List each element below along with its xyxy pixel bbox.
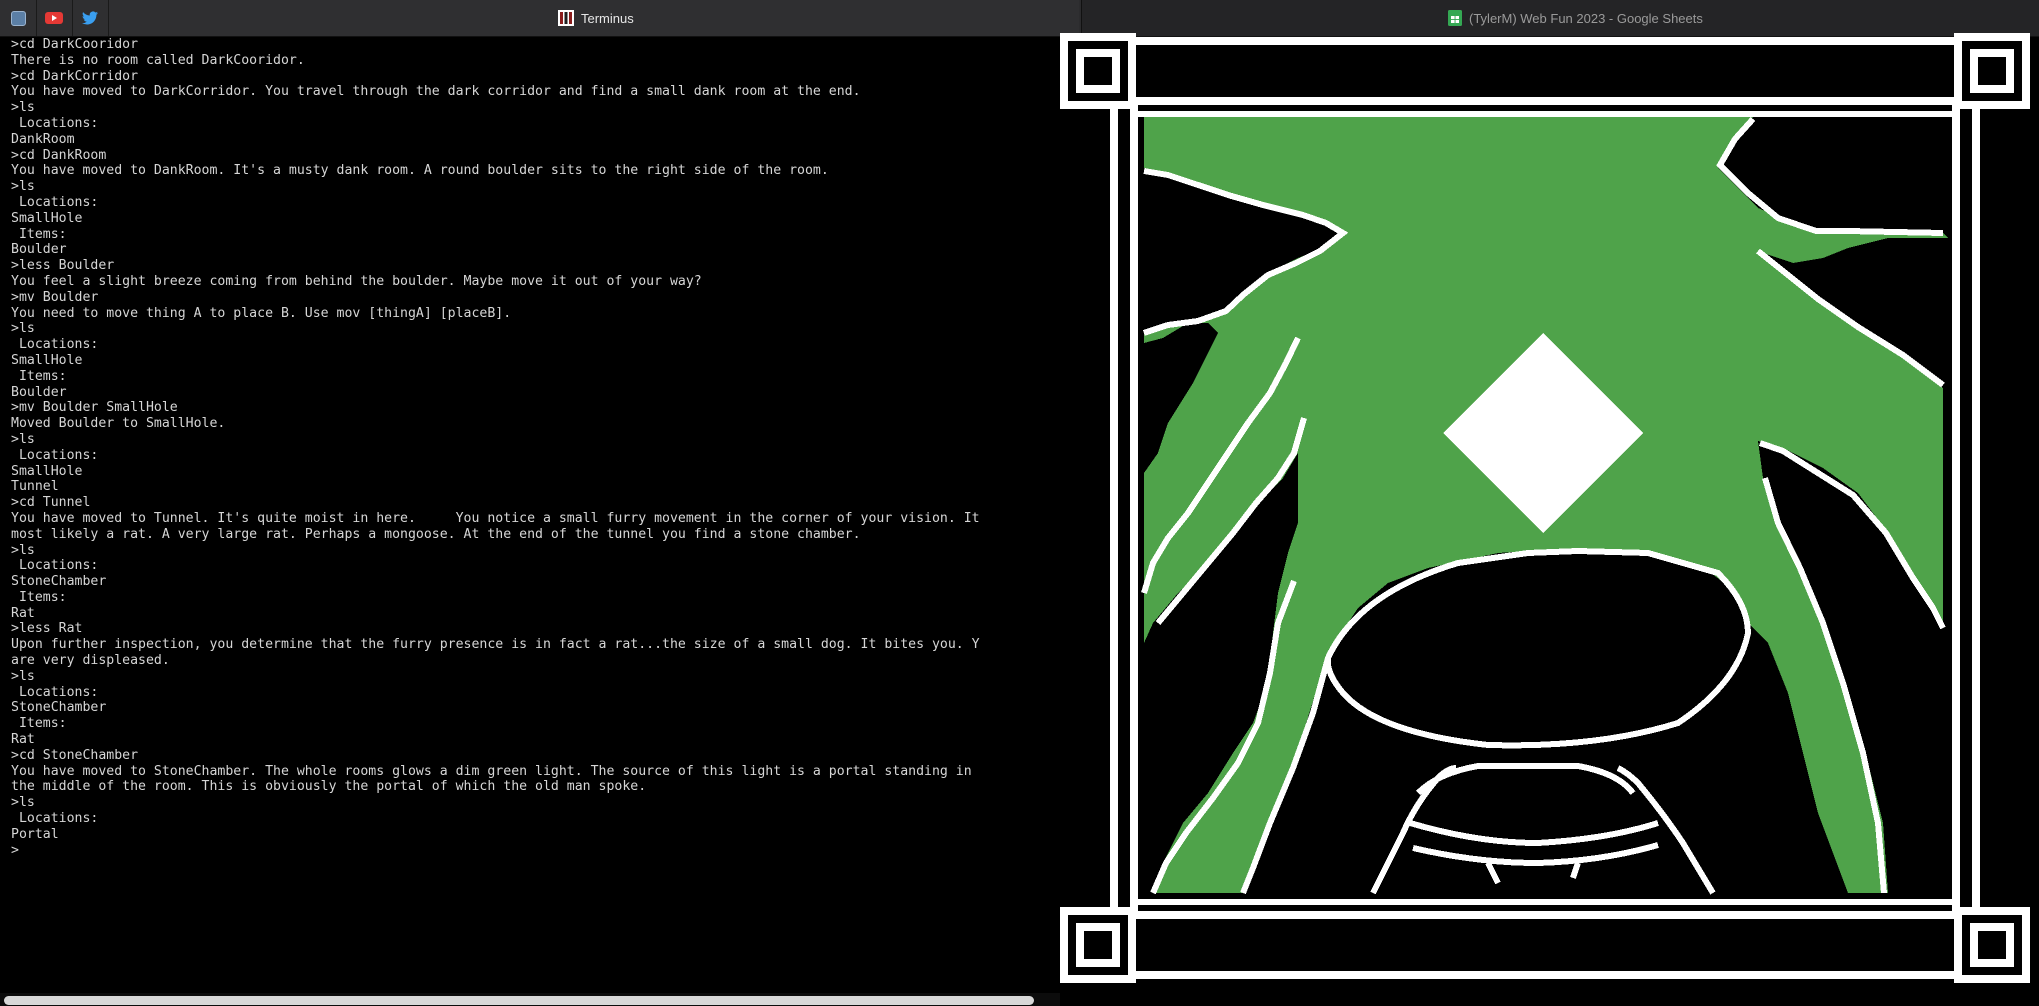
terminal-line: Boulder (11, 242, 67, 258)
terminal-line: the middle of the room. This is obviousl… (11, 779, 647, 795)
terminal-line: >cd DarkCooridor (11, 37, 139, 52)
youtube-icon (45, 12, 63, 24)
portal-pedestal (1324, 547, 1752, 895)
terminal-line: Locations: (11, 447, 99, 463)
terminal-line: StoneChamber (11, 574, 107, 590)
terminal-line: >ls (11, 542, 35, 558)
tab-title-terminus-label: Terminus (581, 10, 634, 26)
browser-tab-bar: Terminus (TylerM) Web Fun 2023 - Google … (0, 0, 2039, 37)
portal-ascii-art (1060, 33, 2030, 983)
twitter-icon (82, 11, 98, 25)
terminal-line: Locations: (11, 194, 99, 210)
terminal-line: >ls (11, 795, 35, 811)
frame-corner-bottom-right (1954, 907, 2030, 983)
terminal-line: >cd DarkCorridor (11, 68, 139, 84)
terminal-line: are very displeased. (11, 653, 170, 669)
terminal-line: Locations: (11, 337, 99, 353)
terminal-line: most likely a rat. A very large rat. Per… (11, 526, 861, 542)
terminal-line: Locations: (11, 558, 99, 574)
terminal-line: >cd DankRoom (11, 147, 107, 163)
pinned-app-icon (10, 10, 26, 26)
terminal-line: Upon further inspection, you determine t… (11, 637, 980, 653)
terminal-line: SmallHole (11, 352, 83, 368)
terminal-line: You have moved to DankRoom. It's a musty… (11, 163, 829, 179)
terminal-line: Locations: (11, 811, 99, 827)
google-sheets-icon (1448, 10, 1462, 26)
terminal-line: Items: (11, 226, 67, 242)
tab-title-sheets-label: (TylerM) Web Fun 2023 - Google Sheets (1469, 10, 1703, 26)
terminal-line: >less Boulder (11, 258, 115, 274)
tab-title-sheets: (TylerM) Web Fun 2023 - Google Sheets (1448, 0, 1703, 36)
terminal-line: Items: (11, 716, 67, 732)
terminal-line: Moved Boulder to SmallHole. (11, 416, 226, 432)
terminal-line: Items: (11, 368, 67, 384)
terminal-line: >ls (11, 321, 35, 337)
terminal-line: >mv Boulder SmallHole (11, 400, 178, 416)
terminal-line: SmallHole (11, 463, 83, 479)
terminal-line: >ls (11, 668, 35, 684)
terminal-line: StoneChamber (11, 700, 107, 716)
frame-corner-top-right (1954, 33, 2030, 109)
tab-terminus[interactable] (0, 0, 1079, 36)
terminus-favicon-icon (558, 10, 574, 26)
tab-title-terminus: Terminus (558, 0, 634, 36)
terminal-line: >cd Tunnel (11, 495, 91, 511)
terminal-line: You have moved to StoneChamber. The whol… (11, 763, 972, 779)
terminal-line: DankRoom (11, 131, 75, 147)
terminal-line: You have moved to DarkCorridor. You trav… (11, 84, 861, 100)
terminal-line: >ls (11, 431, 35, 447)
terminal-line: > (11, 842, 19, 858)
horizontal-scrollbar[interactable] (4, 996, 1034, 1005)
terminal-line: Rat (11, 605, 35, 621)
terminal-line: Locations: (11, 684, 99, 700)
pinned-tab-twitter[interactable] (72, 0, 109, 36)
terminal-line: Boulder (11, 384, 67, 400)
pinned-tab-youtube[interactable] (36, 0, 73, 36)
terminal-line: Rat (11, 732, 35, 748)
terminal-line: You need to move thing A to place B. Use… (11, 305, 512, 321)
terminal-line: >cd StoneChamber (11, 747, 139, 763)
terminal-line: >mv Boulder (11, 289, 99, 305)
frame-corner-bottom-left (1060, 907, 1136, 983)
terminal-line: Portal (11, 826, 59, 842)
terminal-line: >ls (11, 100, 35, 116)
terminal-line: There is no room called DarkCooridor. (11, 52, 305, 68)
pinned-tab-app[interactable] (0, 0, 37, 36)
terminal-line: You feel a slight breeze coming from beh… (11, 273, 702, 289)
terminal-line: You have moved to Tunnel. It's quite moi… (11, 510, 980, 526)
terminal-line: >less Rat (11, 621, 83, 637)
terminal-line: >ls (11, 179, 35, 195)
terminal-line: Tunnel (11, 479, 59, 495)
terminal-output[interactable]: >cd DarkCooridor There is no room called … (0, 37, 1052, 987)
terminal-line: Locations: (11, 115, 99, 131)
terminal-line: Items: (11, 589, 67, 605)
terminal-line: SmallHole (11, 210, 83, 226)
frame-corner-top-left (1060, 33, 1136, 109)
